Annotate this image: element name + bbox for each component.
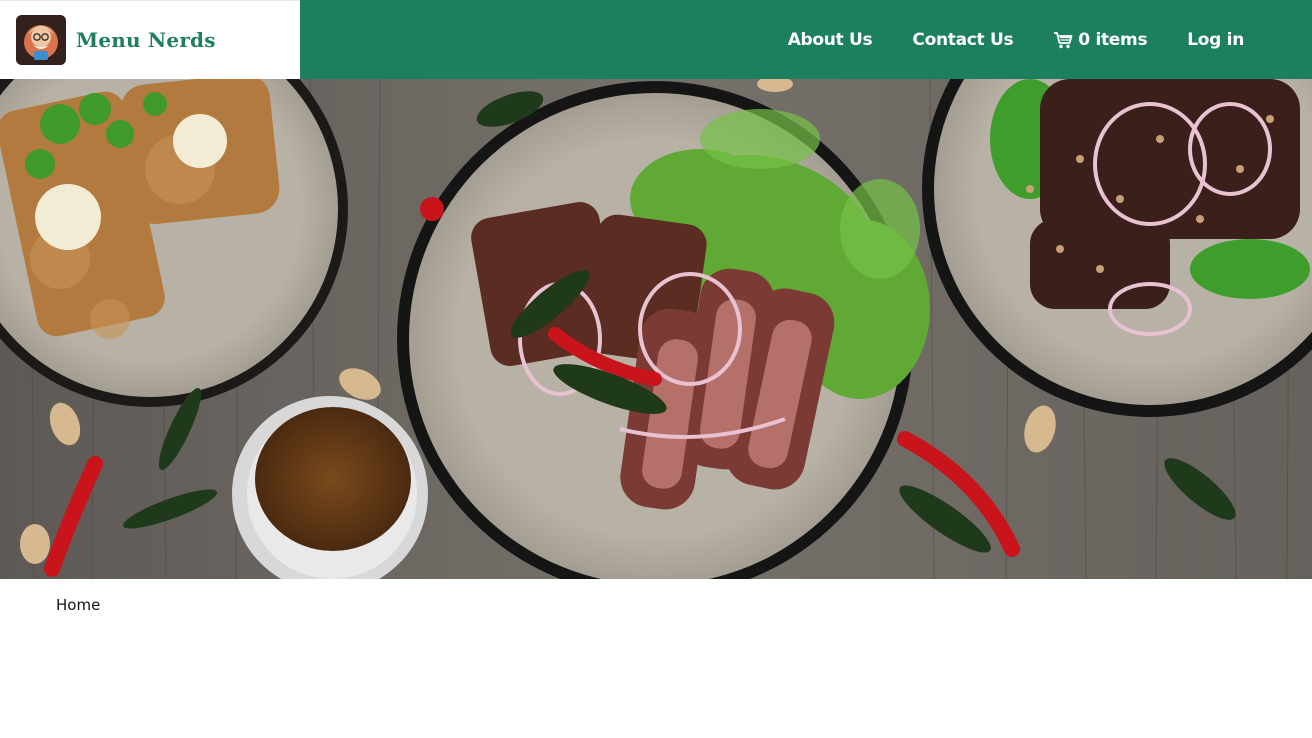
nav-about-link[interactable]: About Us: [788, 30, 873, 50]
login-link[interactable]: Log in: [1187, 30, 1244, 50]
main-nav: About Us Contact Us 0 items Log in: [300, 0, 1312, 79]
nav-contact-link[interactable]: Contact Us: [912, 30, 1013, 50]
cart-count: 0 items: [1078, 29, 1148, 50]
logo[interactable]: [16, 15, 66, 65]
cart-link[interactable]: 0 items: [1053, 29, 1148, 50]
brand-name[interactable]: Menu Nerds: [76, 28, 216, 52]
brand[interactable]: Menu Nerds: [0, 0, 300, 79]
hero-banner-image: [0, 79, 1312, 579]
site-header: Menu Nerds About Us Contact Us 0 items L…: [0, 0, 1312, 79]
breadcrumb: Home: [56, 596, 100, 614]
cart-icon: [1053, 31, 1073, 49]
breadcrumb-home-link[interactable]: Home: [56, 596, 100, 614]
